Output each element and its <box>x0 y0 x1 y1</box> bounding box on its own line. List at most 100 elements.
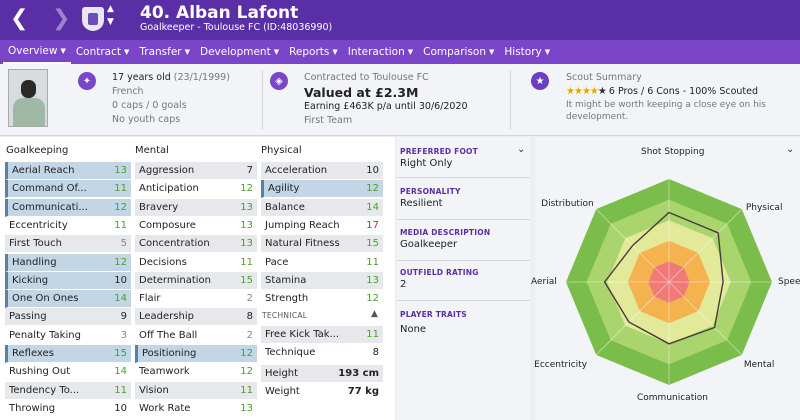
attribute-row[interactable]: Throwing 10 <box>5 400 131 418</box>
attribute-name: Work Rate <box>139 402 191 414</box>
chevron-down-icon: ▼ <box>124 48 130 56</box>
attribute-row[interactable]: Decisions 11 <box>135 254 257 272</box>
radar-axis-label: Eccentricity <box>534 359 588 370</box>
technical-heading: TECHNICAL <box>262 311 308 320</box>
attribute-row[interactable]: Reflexes 15 <box>5 345 131 363</box>
attribute-row[interactable]: First Touch 5 <box>5 235 131 254</box>
scout-summary-title: Scout Summary <box>566 72 642 83</box>
attribute-row[interactable]: Pace 11 <box>261 254 383 272</box>
chevron-down-icon[interactable]: ▼ <box>107 16 114 29</box>
chevron-down-icon[interactable]: ⌄ <box>517 144 525 155</box>
attribute-row[interactable]: Anticipation 12 <box>135 180 257 199</box>
attribute-name: Positioning <box>142 348 197 359</box>
menu-label: Reports <box>289 46 330 58</box>
attribute-row[interactable]: Free Kick Tak... 11 <box>261 326 383 344</box>
attribute-row[interactable]: Jumping Reach 17 <box>261 217 383 235</box>
attribute-row[interactable]: Determination 15 <box>135 271 257 290</box>
menu-transfer[interactable]: Transfer ▼ <box>134 40 195 64</box>
attribute-value: 12 <box>240 183 253 195</box>
attribute-name: First Touch <box>9 238 62 250</box>
back-arrow-icon[interactable]: ❮ <box>10 6 28 31</box>
attribute-name: Balance <box>265 201 305 213</box>
attribute-row[interactable]: Strength 12 <box>261 290 383 309</box>
attribute-row[interactable]: Rushing Out 14 <box>5 363 131 382</box>
attribute-value: 9 <box>120 311 127 323</box>
attribute-name: Flair <box>139 293 161 305</box>
attribute-row[interactable]: Agility 12 <box>261 180 383 199</box>
menu-history[interactable]: History ▼ <box>499 40 555 64</box>
collapse-icon[interactable]: ▲ <box>371 309 378 319</box>
attribute-name: Bravery <box>139 201 179 213</box>
menu-development[interactable]: Development ▼ <box>195 40 284 64</box>
attribute-row[interactable]: Vision 11 <box>135 381 257 400</box>
chevron-down-icon: ▼ <box>184 48 191 56</box>
attribute-row[interactable]: Handling 12 <box>5 253 131 272</box>
attribute-row[interactable]: Penalty Taking 3 <box>5 327 131 345</box>
chevron-down-icon: ▼ <box>489 48 495 56</box>
forward-arrow-icon[interactable]: ❯ <box>52 6 70 31</box>
chevron-down-icon[interactable]: ⌄ <box>786 144 794 155</box>
player-header: ❮ ❯ ▲ ▼ 40. Alban Lafont Goalkeeper - To… <box>0 0 800 40</box>
attribute-row[interactable]: Stamina 13 <box>261 271 383 290</box>
attribute-row[interactable]: Natural Fitness 15 <box>261 235 383 254</box>
attribute-row[interactable]: Leadership 8 <box>135 308 257 327</box>
attribute-row[interactable]: Acceleration 10 <box>261 162 383 180</box>
attribute-row[interactable]: Tendency To... 11 <box>5 381 131 400</box>
menu-reports[interactable]: Reports ▼ <box>284 40 343 64</box>
attribute-name: Kicking <box>12 274 49 286</box>
attribute-name: Off The Ball <box>139 329 198 341</box>
attribute-row[interactable]: One On Ones 14 <box>5 290 131 309</box>
attribute-row[interactable]: Communicati... 12 <box>5 198 131 217</box>
attribute-row[interactable]: Aerial Reach 13 <box>5 162 131 180</box>
menu-overview[interactable]: Overview ▼ <box>3 40 71 64</box>
attribute-name: Eccentricity <box>9 219 68 231</box>
attribute-row[interactable]: Composure 13 <box>135 217 257 235</box>
attribute-row[interactable]: Work Rate 13 <box>135 400 257 418</box>
attribute-value: 11 <box>114 219 127 231</box>
personal-info: 17 years old (23/1/1999) French 0 caps /… <box>112 71 230 127</box>
attribute-row[interactable]: Flair 2 <box>135 290 257 309</box>
attribute-row[interactable]: Bravery 13 <box>135 198 257 217</box>
attribute-row[interactable]: Command Of... 11 <box>5 180 131 199</box>
menu-contract[interactable]: Contract ▼ <box>71 40 135 64</box>
scout-summary[interactable]: Scout Summary ★★★★★ 6 Pros / 6 Cons - 10… <box>566 71 766 123</box>
attribute-row[interactable]: Kicking 10 <box>5 271 131 290</box>
attribute-row[interactable]: Technique 8 <box>261 344 383 363</box>
preferred-foot-label: PREFERRED FOOT <box>400 147 478 156</box>
caps-text: 0 caps / 0 goals <box>112 100 187 111</box>
attribute-value: 13 <box>240 219 253 231</box>
attribute-name: One On Ones <box>12 293 79 305</box>
attribute-row[interactable]: Off The Ball 2 <box>135 327 257 345</box>
attribute-row[interactable]: Teamwork 12 <box>135 363 257 382</box>
attribute-name: Agility <box>268 183 300 195</box>
menu-label: Overview <box>8 45 58 57</box>
attribute-row[interactable]: Balance 14 <box>261 198 383 217</box>
attribute-value: 11 <box>366 329 379 340</box>
menu-interaction[interactable]: Interaction ▼ <box>343 40 418 64</box>
contract-text[interactable]: Contracted to Toulouse FC <box>304 71 468 85</box>
attribute-name: Leadership <box>139 311 194 323</box>
menu-comparison[interactable]: Comparison ▼ <box>418 40 499 64</box>
attribute-radar-panel: ⌄ Shot Stopping Physical Speed Mental Commun… <box>531 137 800 420</box>
menu-label: History <box>504 46 542 58</box>
attribute-row[interactable]: Concentration 13 <box>135 235 257 254</box>
details-divider <box>397 219 530 220</box>
club-crest-icon <box>82 7 104 31</box>
goalkeeping-heading: Goalkeeping <box>6 145 69 156</box>
attribute-value: 12 <box>114 201 127 213</box>
chevron-up-icon[interactable]: ▲ <box>107 3 114 16</box>
star-icon: ★ <box>597 86 607 97</box>
attribute-radar-chart <box>566 179 772 385</box>
attribute-row[interactable]: Aggression 7 <box>135 162 257 180</box>
attribute-row[interactable]: Passing 9 <box>5 308 131 327</box>
attribute-name: Decisions <box>139 256 187 268</box>
player-name-title: 40. Alban Lafont <box>140 3 299 23</box>
radar-axis-label: Speed <box>778 277 800 287</box>
attribute-row[interactable]: Positioning 12 <box>135 345 257 363</box>
attribute-name: Command Of... <box>12 183 87 195</box>
age-text: 17 years old <box>112 72 171 83</box>
attribute-row[interactable]: Eccentricity 11 <box>5 217 131 235</box>
attribute-name: Reflexes <box>12 348 54 359</box>
media-description-label: MEDIA DESCRIPTION <box>400 228 491 237</box>
player-switch-arrows[interactable]: ▲ ▼ <box>107 3 114 29</box>
